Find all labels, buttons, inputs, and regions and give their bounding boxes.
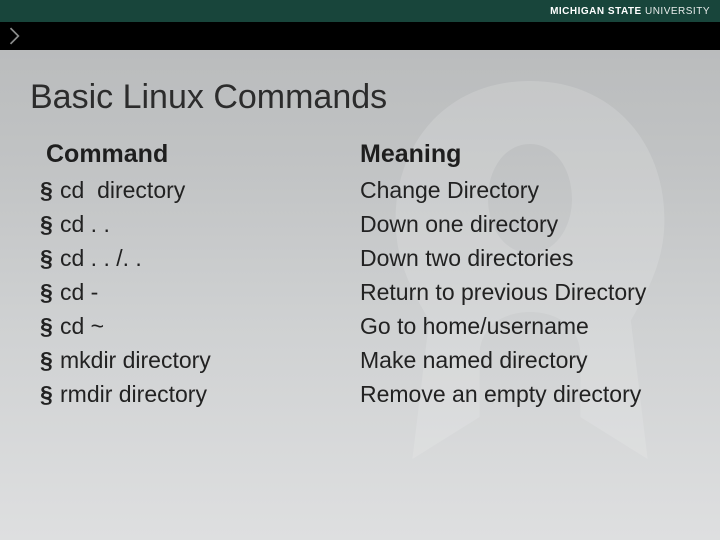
command-row: §cd . . — [40, 207, 360, 241]
sub-bar — [0, 22, 720, 50]
meaning-column: Meaning Change DirectoryDown one directo… — [360, 140, 680, 411]
bullet-icon: § — [40, 377, 60, 411]
brand-light: UNIVERSITY — [642, 6, 710, 17]
command-row: §mkdir directory — [40, 343, 360, 377]
command-row: §cd . . /. . — [40, 241, 360, 275]
brand-strong: MICHIGAN STATE — [550, 6, 642, 17]
bullet-icon: § — [40, 343, 60, 377]
command-column: Command §cd directory§cd . .§cd . . /. .… — [40, 140, 360, 411]
meaning-text: Down one directory — [360, 207, 558, 241]
meaning-text: Change Directory — [360, 173, 539, 207]
meaning-text: Make named directory — [360, 343, 588, 377]
meaning-row: Go to home/username — [360, 309, 680, 343]
content-area: Command §cd directory§cd . .§cd . . /. .… — [40, 140, 680, 411]
command-text: cd ~ — [60, 309, 104, 343]
command-text: cd . . /. . — [60, 241, 142, 275]
meaning-row: Make named directory — [360, 343, 680, 377]
command-row: §cd directory — [40, 173, 360, 207]
chevron-right-icon — [0, 22, 30, 50]
command-row: §rmdir directory — [40, 377, 360, 411]
meaning-text: Down two directories — [360, 241, 573, 275]
meaning-row: Remove an empty directory — [360, 377, 680, 411]
header-bar: MICHIGAN STATE UNIVERSITY — [0, 0, 720, 22]
meaning-header: Meaning — [360, 140, 680, 169]
bullet-icon: § — [40, 207, 60, 241]
command-text: rmdir directory — [60, 377, 207, 411]
command-header: Command — [40, 140, 360, 169]
meaning-row: Down one directory — [360, 207, 680, 241]
meaning-text: Remove an empty directory — [360, 377, 641, 411]
command-row: §cd - — [40, 275, 360, 309]
meaning-text: Go to home/username — [360, 309, 589, 343]
command-row: §cd ~ — [40, 309, 360, 343]
command-text: cd - — [60, 275, 98, 309]
page-title: Basic Linux Commands — [30, 78, 387, 117]
command-text: mkdir directory — [60, 343, 211, 377]
meaning-row: Return to previous Directory — [360, 275, 680, 309]
bullet-icon: § — [40, 275, 60, 309]
command-text: cd . . — [60, 207, 110, 241]
brand-label: MICHIGAN STATE UNIVERSITY — [550, 6, 710, 17]
slide: MICHIGAN STATE UNIVERSITY Basic Linux Co… — [0, 0, 720, 540]
meaning-row: Down two directories — [360, 241, 680, 275]
command-text: cd directory — [60, 173, 185, 207]
bullet-icon: § — [40, 173, 60, 207]
meaning-row: Change Directory — [360, 173, 680, 207]
meaning-text: Return to previous Directory — [360, 275, 646, 309]
bullet-icon: § — [40, 309, 60, 343]
bullet-icon: § — [40, 241, 60, 275]
